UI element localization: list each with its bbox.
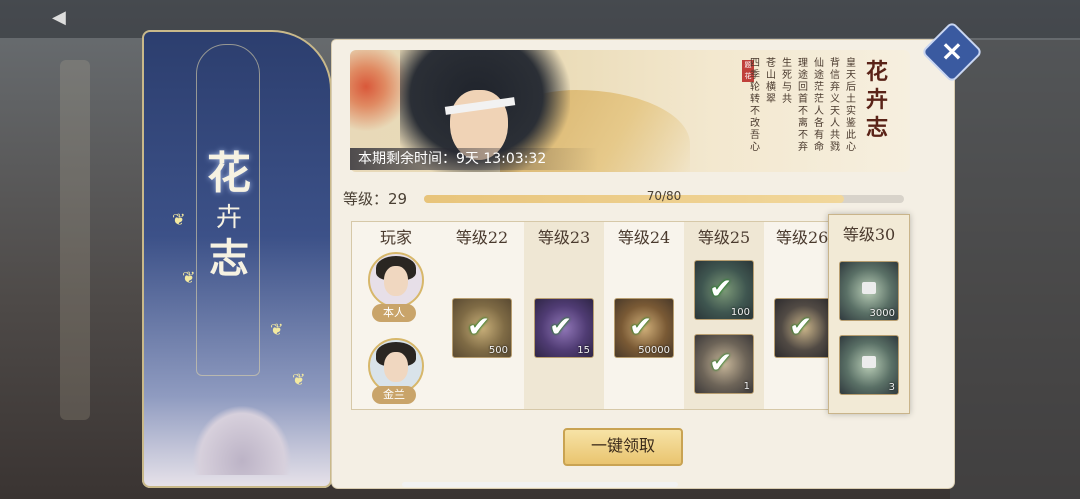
level-header: 等级30: [842, 225, 896, 244]
poem-column: 背信弃义天人共戮: [830, 58, 840, 153]
reward-column-level-24: 等级24 ✔ 50000: [604, 222, 684, 409]
moth-icon: ❦: [270, 320, 284, 339]
event-banner: 花 卉 志 ❦ ❦ ❦ ❦: [142, 30, 332, 488]
lock-icon: [862, 356, 876, 368]
close-icon: ×: [940, 34, 964, 67]
hero-title: 花 卉 志: [860, 58, 894, 142]
checkmark-icon: ✔: [789, 310, 813, 343]
reward-item[interactable]: ✔ 100: [694, 260, 754, 320]
banner-title: 花 卉 志: [206, 148, 252, 282]
reward-column-level-22: 等级22 ✔ 500: [440, 222, 524, 409]
player-column: 玩家 本人 金兰: [352, 222, 440, 409]
reward-item[interactable]: 3: [839, 335, 899, 395]
item-quantity: 100: [730, 307, 750, 318]
timer-value: 9天 13:03:32: [456, 151, 547, 167]
moth-icon: ❦: [292, 370, 306, 389]
poem-column: 生死与共: [782, 58, 792, 105]
level-header: 等级23: [537, 228, 591, 247]
poem-column: 四季轮转不改吾心: [750, 58, 760, 153]
claim-all-button[interactable]: 一键领取: [563, 428, 683, 466]
reward-table: 玩家 本人 金兰 等级22 ✔ 500 等级23 ✔ 15 等级24 ✔ 500…: [351, 221, 909, 410]
item-quantity: 50000: [638, 345, 670, 356]
item-quantity: 3000: [869, 308, 895, 319]
reward-item[interactable]: ✔: [774, 298, 834, 358]
back-arrow-icon: ◀: [52, 7, 66, 28]
remaining-time: 本期剩余时间：9天 13:03:32: [350, 148, 598, 170]
hero-title-char: 卉: [865, 87, 888, 113]
reward-column-level-23: 等级23 ✔ 15: [524, 222, 604, 409]
checkmark-icon: ✔: [629, 310, 653, 343]
checkmark-icon: ✔: [709, 346, 733, 379]
moth-icon: ❦: [172, 210, 186, 229]
reward-item[interactable]: ✔ 50000: [614, 298, 674, 358]
moth-icon: ❦: [182, 268, 196, 287]
mountain-decoration: [192, 405, 292, 475]
reward-column-level-30: 等级30 3000 3: [828, 214, 910, 414]
timer-label: 本期剩余时间：: [358, 151, 456, 167]
level-progress-text: 70/80: [646, 189, 682, 203]
reward-item[interactable]: ✔ 500: [452, 298, 512, 358]
item-quantity: 15: [577, 345, 590, 356]
player-header: 玩家: [379, 228, 412, 247]
reward-item[interactable]: 3000: [839, 261, 899, 321]
poem-column: 皇天后土实鉴此心: [846, 58, 856, 153]
reward-item[interactable]: ✔ 1: [694, 334, 754, 394]
partner-name-tag: 金兰: [372, 386, 416, 404]
background-strip: [60, 60, 90, 420]
item-quantity: 3: [888, 382, 895, 393]
checkmark-icon: ✔: [467, 310, 491, 343]
hero-title-char: 花: [865, 59, 888, 85]
level-indicator: 等级：29: [343, 188, 407, 209]
level-label: 等级：: [343, 190, 389, 208]
checkmark-icon: ✔: [709, 272, 733, 305]
avatar[interactable]: [368, 252, 424, 308]
level-header: 等级24: [617, 228, 671, 247]
poem-column: 仙途茫茫人各有命: [814, 58, 824, 153]
item-quantity: 1: [743, 381, 750, 392]
checkmark-icon: ✔: [549, 310, 573, 343]
level-header: 等级22: [455, 228, 509, 247]
background-right-panel: [950, 40, 1080, 499]
banner-title-char: 志: [209, 235, 249, 282]
level-value: 29: [388, 190, 408, 208]
banner-title-char: 卉: [215, 203, 242, 233]
item-quantity: 500: [488, 345, 508, 356]
level-header: 等级25: [697, 228, 751, 247]
poem-column: 苍山横翠: [766, 58, 776, 105]
reward-item[interactable]: ✔ 15: [534, 298, 594, 358]
banner-title-char: 花: [207, 148, 251, 199]
player-name-tag: 本人: [372, 304, 416, 322]
poem-text: 皇天后土实鉴此心 背信弃义天人共戮 仙途茫茫人各有命 理途回首不离不弃 生死与共…: [746, 58, 856, 168]
lock-icon: [862, 282, 876, 294]
poem-column: 理途回首不离不弃: [798, 58, 808, 153]
reward-column-level-25: 等级25 ✔ 100 ✔ 1: [684, 222, 764, 409]
home-indicator[interactable]: [402, 482, 678, 487]
hero-title-char: 志: [865, 115, 888, 141]
